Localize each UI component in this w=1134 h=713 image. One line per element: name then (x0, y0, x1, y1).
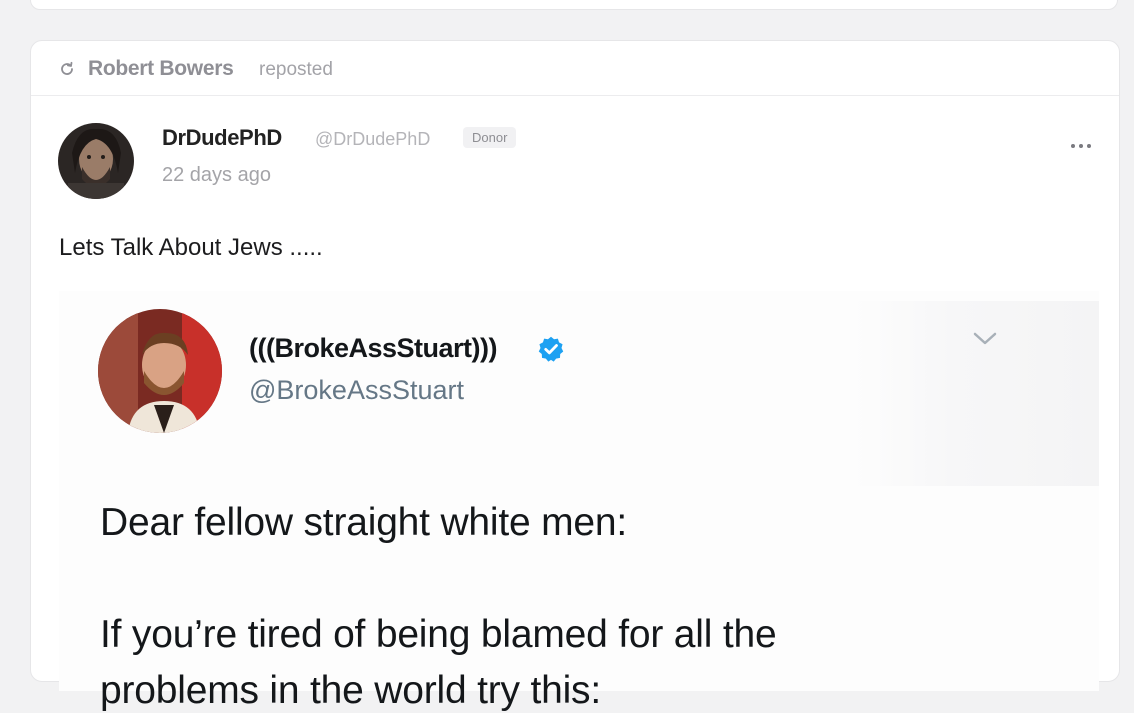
post-body-text: Lets Talk About Jews ..... (59, 234, 323, 261)
chevron-down-icon (973, 332, 997, 345)
embedded-tweet-avatar (98, 309, 222, 433)
repost-icon (61, 61, 73, 75)
donor-badge: Donor (463, 127, 517, 148)
embedded-tweet-text-line-2: If you’re tired of being blamed for all … (100, 613, 777, 656)
reposter-name-link[interactable]: Robert Bowers (88, 57, 234, 81)
embedded-tweet-handle: @BrokeAssStuart (249, 375, 464, 405)
repost-label: reposted (259, 59, 333, 80)
author-avatar[interactable] (58, 123, 134, 199)
author-handle[interactable]: @DrDudePhD (315, 129, 430, 150)
embedded-tweet-image[interactable]: (((BrokeAssStuart))) @BrokeAssStuart Dea… (59, 291, 1099, 712)
more-horizontal-icon (1071, 144, 1091, 148)
verified-badge-icon (538, 336, 564, 362)
post-card: Robert Bowers reposted DrDudePhD @DrDude… (30, 40, 1120, 712)
author-name-link[interactable]: DrDudePhD (162, 125, 282, 151)
previous-post-card (30, 0, 1118, 10)
repost-header: Robert Bowers reposted (31, 41, 1119, 96)
embedded-tweet-display-name: (((BrokeAssStuart))) (249, 333, 498, 363)
embedded-tweet-text-line-3: problems in the world try this: (100, 669, 601, 712)
more-options-button[interactable] (1061, 131, 1101, 155)
post-timestamp[interactable]: 22 days ago (162, 164, 271, 187)
embedded-tweet-text-line-1: Dear fellow straight white men: (100, 501, 628, 544)
